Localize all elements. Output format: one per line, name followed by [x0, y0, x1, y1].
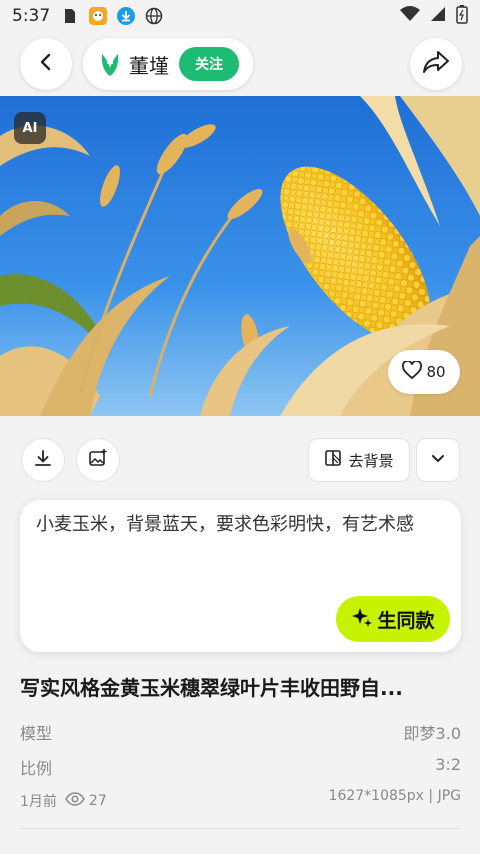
view-count: 27	[65, 792, 107, 810]
model-label: 模型	[20, 724, 53, 743]
wifi-icon	[400, 5, 420, 27]
section-divider	[20, 828, 460, 829]
top-bar: 董墐 关注	[0, 38, 480, 92]
prompt-text: 小麦玉米，背景蓝天，要求色彩明快，有艺术感	[36, 514, 414, 535]
action-row: 去背景	[0, 438, 480, 484]
share-button[interactable]	[410, 38, 462, 90]
author-avatar-icon	[95, 49, 125, 79]
more-options-button[interactable]	[416, 438, 460, 482]
status-bar: 5:37	[0, 0, 480, 32]
views-value: 27	[88, 793, 107, 809]
back-button[interactable]	[20, 38, 72, 90]
globe-icon	[144, 6, 164, 26]
ratio-row: 比例 3:2	[20, 755, 461, 781]
signal-icon	[430, 6, 446, 27]
remove-background-icon	[324, 449, 342, 471]
follow-button[interactable]: 关注	[179, 47, 239, 81]
ratio-value: 3:2	[435, 755, 461, 774]
download-icon	[33, 448, 53, 472]
app-notification-icon	[88, 6, 108, 26]
generate-same-button[interactable]: 生同款	[336, 596, 450, 642]
author-pill[interactable]: 董墐 关注	[83, 38, 253, 90]
like-count: 80	[426, 363, 446, 381]
image-info: 1627*1085px | JPG	[328, 788, 461, 804]
download-button[interactable]	[21, 438, 65, 482]
generate-same-label: 生同款	[377, 609, 435, 632]
chevron-down-icon	[430, 450, 446, 470]
add-image-button[interactable]	[76, 438, 120, 482]
sparkle-icon	[351, 606, 373, 633]
chevron-left-icon	[37, 53, 55, 75]
eye-icon	[65, 792, 85, 810]
status-time: 5:37	[12, 6, 51, 26]
image-title: 写实风格金黄玉米穗翠绿叶片丰收田野自...	[20, 676, 403, 700]
sim-card-icon	[60, 6, 80, 26]
remove-background-button[interactable]: 去背景	[308, 438, 410, 482]
image-add-icon	[88, 448, 108, 472]
model-row: 模型 即梦3.0	[20, 720, 461, 746]
info-row: 1月前 27 1627*1085px | JPG	[20, 788, 461, 814]
prompt-card: 小麦玉米，背景蓝天，要求色彩明快，有艺术感 生同款	[20, 500, 461, 652]
ratio-label: 比例	[20, 759, 53, 778]
like-button[interactable]: 80	[388, 350, 460, 394]
time-ago: 1月前	[20, 794, 57, 810]
share-icon	[422, 50, 450, 78]
download-notification-icon	[116, 6, 136, 26]
model-value: 即梦3.0	[403, 724, 461, 743]
heart-icon	[402, 360, 423, 383]
author-name: 董墐	[129, 53, 169, 78]
battery-icon	[456, 4, 468, 29]
ai-badge: AI	[14, 112, 46, 144]
remove-background-label: 去背景	[348, 451, 394, 470]
